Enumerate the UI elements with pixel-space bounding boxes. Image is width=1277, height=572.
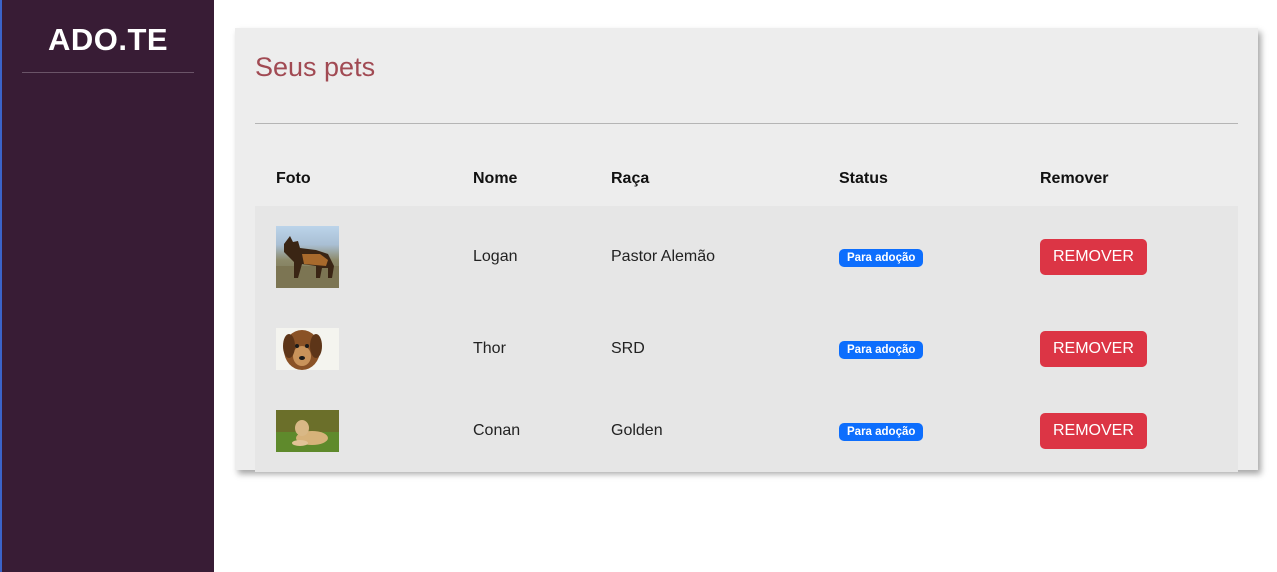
header-raca: Raça: [611, 169, 650, 187]
pet-name: Logan: [473, 248, 518, 265]
table-row: Conan Golden Para adoção REMOVER: [255, 390, 1238, 472]
pets-table: Foto Nome Raça Status Remover Logan Past…: [255, 151, 1238, 472]
header-status: Status: [839, 169, 888, 187]
header-foto: Foto: [276, 169, 311, 187]
photo-cell: [255, 308, 452, 390]
pet-name: Thor: [473, 340, 506, 357]
table-row: Thor SRD Para adoção REMOVER: [255, 308, 1238, 390]
table-header-row: Foto Nome Raça Status Remover: [255, 151, 1238, 206]
pet-name: Conan: [473, 422, 521, 439]
mixed-breed-dog-photo: [276, 328, 339, 370]
brand-logo[interactable]: ADO.TE: [2, 0, 214, 72]
pets-card: Seus pets Foto Nome Raça Status Remover: [235, 28, 1258, 472]
dog-face-icon: [276, 328, 339, 370]
status-cell: Para adoção: [818, 390, 1019, 472]
sidebar: ADO.TE: [0, 0, 214, 572]
remove-cell: REMOVER: [1019, 308, 1238, 390]
dog-silhouette-icon: [276, 236, 339, 288]
header-remover: Remover: [1040, 169, 1109, 187]
status-badge: Para adoção: [839, 340, 924, 359]
dog-lying-icon: [276, 410, 339, 452]
status-badge: Para adoção: [839, 422, 924, 441]
sidebar-divider: [22, 72, 194, 73]
table-row: Logan Pastor Alemão Para adoção REMOVER: [255, 206, 1238, 308]
pet-breed: Golden: [611, 422, 663, 439]
page-title: Seus pets: [255, 52, 376, 82]
header-nome: Nome: [473, 169, 518, 187]
remove-button[interactable]: REMOVER: [1040, 413, 1147, 449]
remove-cell: REMOVER: [1019, 206, 1238, 308]
golden-retriever-photo: [276, 410, 339, 452]
status-badge: Para adoção: [839, 248, 924, 267]
status-cell: Para adoção: [818, 206, 1019, 308]
remove-button[interactable]: REMOVER: [1040, 239, 1147, 275]
remove-button[interactable]: REMOVER: [1040, 331, 1147, 367]
title-divider: [255, 123, 1238, 124]
status-cell: Para adoção: [818, 308, 1019, 390]
remove-cell: REMOVER: [1019, 390, 1238, 472]
photo-cell: [255, 206, 452, 308]
pet-breed: SRD: [611, 340, 645, 357]
photo-cell: [255, 390, 452, 472]
pet-breed: Pastor Alemão: [611, 248, 716, 265]
german-shepherd-photo: [276, 226, 339, 288]
